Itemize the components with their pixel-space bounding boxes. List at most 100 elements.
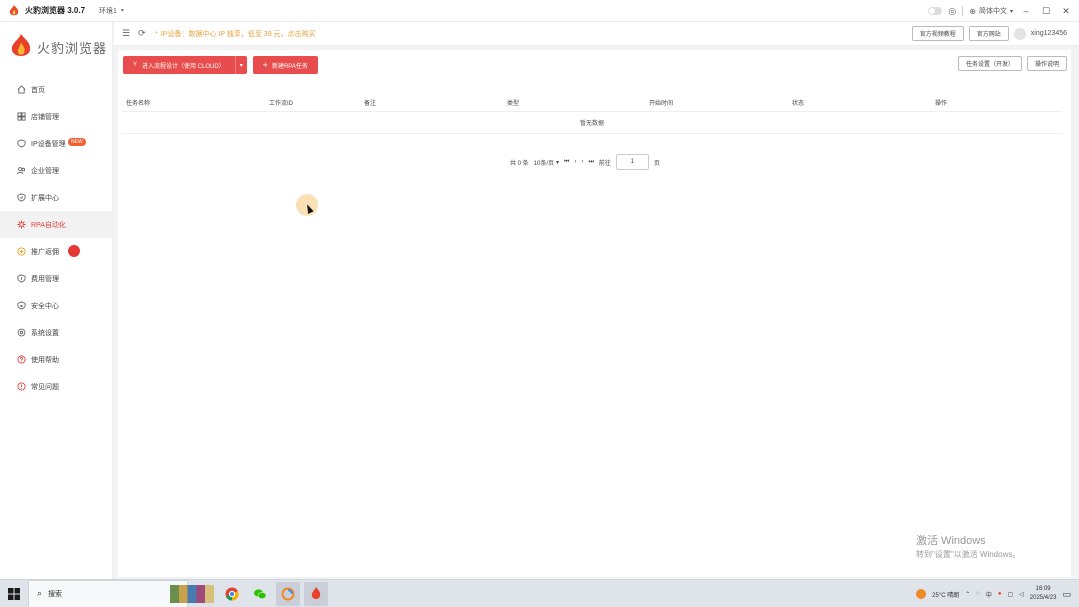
- app-title: 火豹浏览器 3.0.7: [25, 6, 86, 15]
- promo-notice[interactable]: ◔ IP设备：数据中心 IP 独享，低至 39 元，点击购买: [154, 29, 316, 39]
- column-header-start-time: 开始时间: [649, 101, 674, 107]
- sidebar-item-label: 系统设置: [31, 329, 59, 337]
- chevron-down-icon[interactable]: ▾: [234, 56, 247, 74]
- enter-workflow-button[interactable]: Y 进入流程设计（使用 CLOUD）: [123, 56, 235, 74]
- app-tray-icon[interactable]: ●: [998, 591, 1002, 597]
- content-panel: Y 进入流程设计（使用 CLOUD） ▾ + 新建RPA任务 任务设置（开发） …: [118, 50, 1071, 577]
- official-site-button[interactable]: 官方网站: [968, 26, 1009, 41]
- column-header-type: 类型: [507, 101, 520, 107]
- chevron-up-icon[interactable]: ⌃: [965, 591, 970, 598]
- enter-workflow-split-button[interactable]: Y 进入流程设计（使用 CLOUD） ▾: [123, 56, 247, 74]
- app-logo-icon: [9, 4, 19, 15]
- notifications-icon[interactable]: ▭: [1062, 589, 1071, 600]
- titlebar-controls: ◎ ⊕ 简体中文 ▾ – ☐ ✕: [928, 0, 1073, 22]
- avatar[interactable]: [1013, 27, 1026, 40]
- sidebar-item-label: 店铺管理: [31, 113, 59, 121]
- sidebar-item-help[interactable]: 使用帮助: [0, 346, 112, 373]
- info-icon: [16, 382, 26, 392]
- extension-icon: [16, 193, 26, 203]
- environment-selector[interactable]: 环境1: [99, 6, 117, 16]
- sidebar-item-faq[interactable]: 常见问题: [0, 373, 112, 400]
- wechat-app[interactable]: [248, 582, 272, 606]
- browser-app[interactable]: [276, 581, 300, 606]
- speaker-icon[interactable]: ◁: [1019, 591, 1024, 598]
- sidebar-item-ip-devices[interactable]: IP设备管理 NEW: [0, 130, 112, 157]
- sidebar-item-rpa[interactable]: RPA自动化: [0, 211, 112, 238]
- pagination: 共 0 条 10条/页 ▾ ⏮ ‹ › ⏭ 前往 1 页: [510, 154, 660, 170]
- total-count: 共 0 条: [510, 160, 529, 167]
- plus-icon: +: [262, 60, 268, 70]
- official-video-button[interactable]: 官方视频教程: [911, 26, 964, 41]
- sidebar-nav: 首页 店铺管理 IP设备管理 NEW 企业管理 扩展中心 RPA自动化 推广返佣: [0, 76, 112, 400]
- sidebar-item-label: 常见问题: [31, 383, 59, 391]
- promo-notice-text: IP设备：数据中心 IP 独享，低至 39 元，点击购买: [160, 30, 316, 38]
- sidebar-item-home[interactable]: 首页: [0, 76, 112, 103]
- sidebar-item-enterprise[interactable]: 企业管理: [0, 157, 112, 184]
- start-button[interactable]: [0, 587, 28, 600]
- help-icon: [16, 355, 26, 365]
- goto-label: 前往: [598, 160, 611, 167]
- language-selector[interactable]: ⊕ 简体中文 ▾: [969, 6, 1013, 16]
- sidebar-item-label: 扩展中心: [31, 194, 59, 202]
- robot-icon: [16, 220, 26, 230]
- column-header-workflow-id: 工作流ID: [269, 101, 294, 107]
- page-size-value: 10条/页: [533, 160, 555, 167]
- prev-page-icon[interactable]: ‹: [574, 159, 576, 165]
- collapse-menu-icon[interactable]: ☰: [122, 28, 130, 39]
- sidebar-item-fees[interactable]: 费用管理: [0, 265, 112, 292]
- refresh-icon[interactable]: ⟳: [138, 28, 146, 39]
- next-page-icon[interactable]: ›: [581, 159, 583, 165]
- enter-workflow-label: 进入流程设计（使用 CLOUD）: [142, 63, 225, 70]
- sidebar-item-label: RPA自动化: [31, 221, 66, 229]
- page-number-input[interactable]: 1: [615, 154, 649, 170]
- last-page-icon[interactable]: ⏭: [588, 159, 593, 166]
- sidebar-item-store[interactable]: 店铺管理: [0, 103, 112, 130]
- taskbar: ⌕ 搜索 25°C 晴朗 ⌃ ◌ 中 ● ▢ ◁ 16:09 2025/4/23…: [0, 579, 1079, 607]
- task-settings-button[interactable]: 任务设置（开发）: [957, 56, 1022, 71]
- sidebar-item-extensions[interactable]: 扩展中心: [0, 184, 112, 211]
- new-rpa-task-label: 新建RPA任务: [271, 63, 308, 70]
- guide-button[interactable]: 操作说明: [1026, 56, 1067, 71]
- brand-logo-icon: [11, 34, 31, 56]
- watermark-line-1: 激活 Windows: [916, 535, 986, 547]
- empty-state: 暂无数据: [122, 112, 1062, 134]
- clock[interactable]: 16:09 2025/4/23: [1030, 585, 1057, 603]
- minimize-button[interactable]: –: [1019, 6, 1033, 16]
- clock-time: 16:09: [1035, 586, 1051, 592]
- new-badge: NEW: [68, 138, 86, 146]
- maximize-button[interactable]: ☐: [1039, 6, 1053, 17]
- new-rpa-task-button[interactable]: + 新建RPA任务: [252, 56, 318, 74]
- workflow-icon: Y: [133, 62, 138, 68]
- title-bar: 火豹浏览器 3.0.7 环境1 ▾ ◎ ⊕ 简体中文 ▾ – ☐ ✕: [0, 0, 1079, 22]
- chrome-app[interactable]: [220, 582, 244, 606]
- customer-service-icon[interactable]: ◎: [948, 6, 956, 17]
- gift-icon: [16, 247, 26, 257]
- network-icon[interactable]: ◌: [976, 591, 980, 597]
- store-icon: [16, 112, 26, 122]
- action-bar: Y 进入流程设计（使用 CLOUD） ▾ + 新建RPA任务: [123, 56, 318, 74]
- weather-text[interactable]: 25°C 晴朗: [932, 590, 959, 599]
- first-page-icon[interactable]: ⏮: [564, 159, 569, 166]
- sidebar-item-security[interactable]: 安全中心: [0, 292, 112, 319]
- close-button[interactable]: ✕: [1059, 6, 1073, 17]
- divider: [962, 6, 964, 16]
- sidebar-item-settings[interactable]: 系统设置: [0, 319, 112, 346]
- theme-toggle[interactable]: [928, 7, 943, 15]
- column-header-remark: 备注: [364, 101, 377, 107]
- chevron-down-icon[interactable]: ▾: [121, 7, 124, 14]
- top-right-controls: 官方视频教程 官方网站 xing123456: [911, 26, 1067, 41]
- lock-shield-icon: [16, 301, 26, 311]
- chevron-down-icon: ▾: [1009, 8, 1013, 15]
- gear-icon: [16, 328, 26, 338]
- tablet-mode-icon[interactable]: ▢: [1007, 591, 1013, 598]
- ime-indicator[interactable]: 中: [986, 590, 992, 599]
- clock-date: 2025/4/23: [1029, 595, 1057, 601]
- username[interactable]: xing123456: [1031, 30, 1067, 37]
- brand-name: 火豹浏览器: [37, 40, 108, 56]
- sidebar-item-referral[interactable]: 推广返佣: [0, 238, 112, 265]
- shield-icon: [16, 139, 26, 149]
- taskbar-search-box[interactable]: ⌕ 搜索: [28, 579, 188, 607]
- page-size-select[interactable]: 10条/页 ▾: [534, 158, 559, 167]
- huobao-browser-app[interactable]: [304, 581, 328, 606]
- column-header-task-name: 任务名称: [126, 101, 151, 107]
